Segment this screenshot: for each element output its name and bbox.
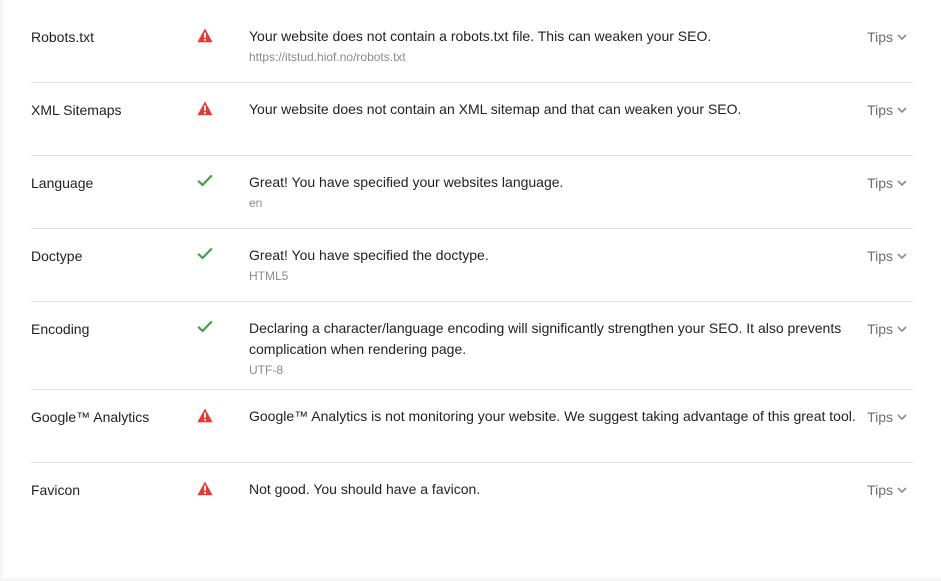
checkmark-icon [197,247,213,260]
check-message: Great! You have specified your websites … [249,174,564,190]
status-cell [197,83,249,116]
warning-triangle-icon [197,101,213,116]
check-row-xml-sitemaps: XML Sitemaps Your website does not conta… [31,83,913,156]
check-content: Google™ Analytics is not monitoring your… [249,390,913,427]
tips-toggle[interactable]: Tips [867,321,907,337]
check-label: Encoding [31,321,90,337]
check-row-encoding: Encoding Declaring a character/language … [31,302,913,390]
check-content: Your website does not contain an XML sit… [249,83,913,120]
check-message: Not good. You should have a favicon. [249,481,481,497]
check-label: Favicon [31,482,81,498]
tips-toggle[interactable]: Tips [867,409,907,425]
check-row-favicon: Favicon Not good. You should have a favi… [31,463,913,536]
checkmark-icon [197,320,213,333]
seo-check-list: Robots.txt Your website does not contain… [31,10,913,536]
checkmark-icon [197,174,213,187]
tips-toggle[interactable]: Tips [867,248,907,264]
seo-results-panel: Robots.txt Your website does not contain… [3,0,941,578]
status-cell [197,229,249,260]
check-message: Your website does not contain an XML sit… [249,101,742,117]
status-cell [197,390,249,423]
check-label: Robots.txt [31,29,95,45]
chevron-down-icon [897,326,907,332]
check-row-google-analytics: Google™ Analytics Google™ Analytics is n… [31,390,913,463]
check-message: Great! You have specified the doctype. [249,247,489,263]
status-cell [197,302,249,333]
warning-triangle-icon [197,28,213,43]
tips-label: Tips [867,248,893,264]
warning-triangle-icon [197,408,213,423]
check-label: Language [31,175,94,191]
chevron-down-icon [897,414,907,420]
tips-toggle[interactable]: Tips [867,102,907,118]
check-content: Great! You have specified the doctype. H… [249,229,913,284]
chevron-down-icon [897,180,907,186]
check-detail: HTML5 [249,269,289,283]
tips-toggle[interactable]: Tips [867,482,907,498]
check-row-doctype: Doctype Great! You have specified the do… [31,229,913,302]
warning-triangle-icon [197,481,213,496]
chevron-down-icon [897,487,907,493]
tips-label: Tips [867,102,893,118]
status-cell [197,10,249,43]
tips-toggle[interactable]: Tips [867,175,907,191]
check-row-robots-txt: Robots.txt Your website does not contain… [31,10,913,83]
check-message: Google™ Analytics is not monitoring your… [249,408,856,424]
check-label: XML Sitemaps [31,102,122,118]
check-detail: https://itstud.hiof.no/robots.txt [249,50,406,64]
check-message: Declaring a character/language encoding … [249,320,842,357]
check-row-language: Language Great! You have specified your … [31,156,913,229]
tips-label: Tips [867,321,893,337]
tips-label: Tips [867,29,893,45]
check-content: Great! You have specified your websites … [249,156,913,211]
chevron-down-icon [897,107,907,113]
check-content: Your website does not contain a robots.t… [249,10,913,65]
status-cell [197,156,249,187]
check-detail: en [249,196,263,210]
tips-toggle[interactable]: Tips [867,29,907,45]
chevron-down-icon [897,253,907,259]
check-message: Your website does not contain a robots.t… [249,28,712,44]
tips-label: Tips [867,482,893,498]
check-content: Not good. You should have a favicon. [249,463,913,500]
check-label: Google™ Analytics [31,409,150,425]
check-detail: UTF-8 [249,363,283,377]
status-cell [197,463,249,496]
chevron-down-icon [897,34,907,40]
tips-label: Tips [867,175,893,191]
tips-label: Tips [867,409,893,425]
check-content: Declaring a character/language encoding … [249,302,913,378]
check-label: Doctype [31,248,83,264]
